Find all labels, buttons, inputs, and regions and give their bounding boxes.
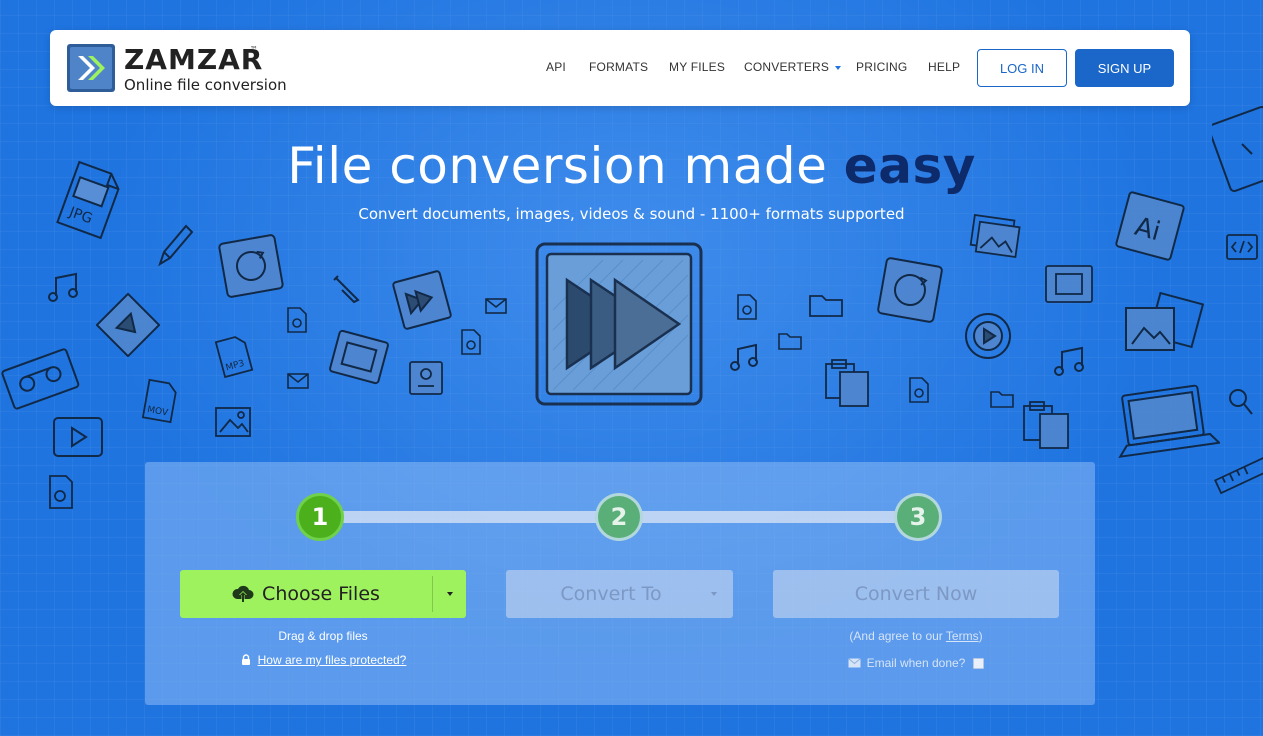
nav-pricing[interactable]: PRICING [856, 60, 907, 74]
convert-to-label: Convert To [560, 583, 662, 605]
file-protection-link[interactable]: How are my files protected? [258, 653, 407, 667]
file-protection-row: How are my files protected? [180, 653, 466, 667]
cloud-upload-icon [232, 585, 254, 602]
play-button-icon [53, 417, 103, 457]
hero-title-regular: File conversion made [287, 137, 828, 195]
fast-forward-icon [392, 270, 452, 330]
step-1-indicator: 1 [296, 493, 344, 541]
wrench-icon [333, 275, 360, 304]
document-icon [409, 361, 443, 395]
caret-down-icon [711, 592, 717, 596]
choose-files-main[interactable]: Choose Files [180, 570, 432, 618]
video-cassette-icon [1, 348, 80, 410]
svg-text:JPG: JPG [66, 204, 94, 227]
site-header: ZAMZAR ™ Online file conversion API FORM… [50, 30, 1190, 106]
hero-title-strong: easy [843, 137, 976, 195]
image-stack-icon [1125, 292, 1205, 351]
signup-button[interactable]: SIGN UP [1075, 49, 1174, 87]
terms-agreement: (And agree to our Terms) [773, 629, 1059, 643]
agree-suffix: ) [978, 629, 983, 643]
main-nav: API FORMATS MY FILES CONVERTERS PRICING … [50, 30, 1190, 106]
music-note-icon [1054, 346, 1084, 376]
nav-help[interactable]: HELP [928, 60, 960, 74]
clipboard-icon [1023, 401, 1069, 449]
play-video-icon [96, 293, 160, 357]
nav-converters-label: CONVERTERS [744, 60, 830, 74]
nav-my-files[interactable]: MY FILES [669, 60, 725, 74]
mp3-file-icon: MP3 [214, 336, 254, 378]
audio-file-icon [737, 294, 757, 320]
film-strip-icon [329, 329, 389, 385]
choose-files-button[interactable]: Choose Files [180, 570, 466, 618]
mov-file-icon: MOV [141, 378, 177, 424]
drag-drop-hint: Drag & drop files [278, 629, 368, 643]
refresh-icon [218, 234, 284, 298]
folder-icon [990, 391, 1014, 408]
jpg-file-icon: JPG [56, 160, 120, 240]
terms-link[interactable]: Terms [946, 629, 979, 643]
laptop-icon [1118, 384, 1220, 458]
lock-icon [241, 654, 250, 665]
step-3-indicator: 3 [894, 493, 942, 541]
nav-api[interactable]: API [546, 60, 566, 74]
envelope-icon [485, 298, 507, 314]
fast-forward-screen-icon [535, 242, 703, 406]
ai-file-icon: Ai [1115, 191, 1185, 261]
envelope-icon [847, 658, 861, 668]
svg-text:MOV: MOV [146, 405, 169, 419]
image-stack-icon [969, 214, 1021, 259]
nav-converters[interactable]: CONVERTERS [744, 60, 842, 74]
convert-now-button[interactable]: Convert Now [773, 570, 1059, 618]
wrench-card-icon [1212, 105, 1263, 193]
email-when-done-row: Email when done? [773, 656, 1059, 670]
email-when-done-checkbox[interactable] [973, 657, 985, 669]
code-icon [1226, 234, 1258, 260]
image-icon [215, 407, 251, 437]
play-circle-icon [965, 313, 1011, 359]
music-note-icon [48, 272, 78, 302]
agree-prefix: (And agree to our [849, 629, 943, 643]
step-2-indicator: 2 [595, 493, 643, 541]
nav-formats[interactable]: FORMATS [589, 60, 648, 74]
magnifier-icon [1229, 389, 1253, 415]
login-button[interactable]: LOG IN [977, 49, 1067, 87]
chevron-down-icon [835, 65, 842, 70]
clipboard-icon [825, 359, 869, 407]
hero-title: File conversion made easy [0, 134, 1263, 198]
pencil-icon [158, 224, 194, 267]
caret-down-icon [446, 592, 453, 596]
svg-text:MP3: MP3 [225, 359, 246, 374]
audio-file-icon [909, 377, 929, 403]
ruler-icon [1214, 453, 1263, 495]
folder-icon [778, 333, 802, 350]
audio-file-icon [287, 307, 307, 333]
folder-icon [809, 295, 843, 317]
refresh-icon [877, 257, 943, 323]
envelope-icon [287, 373, 309, 389]
convert-to-select[interactable]: Convert To [506, 570, 733, 618]
music-note-icon [730, 343, 758, 371]
film-strip-icon [1045, 265, 1093, 303]
audio-file-icon [461, 329, 481, 355]
audio-file-icon [49, 475, 73, 509]
email-when-done-label: Email when done? [866, 656, 966, 670]
choose-files-dropdown[interactable] [433, 570, 466, 618]
choose-files-label: Choose Files [262, 583, 380, 605]
